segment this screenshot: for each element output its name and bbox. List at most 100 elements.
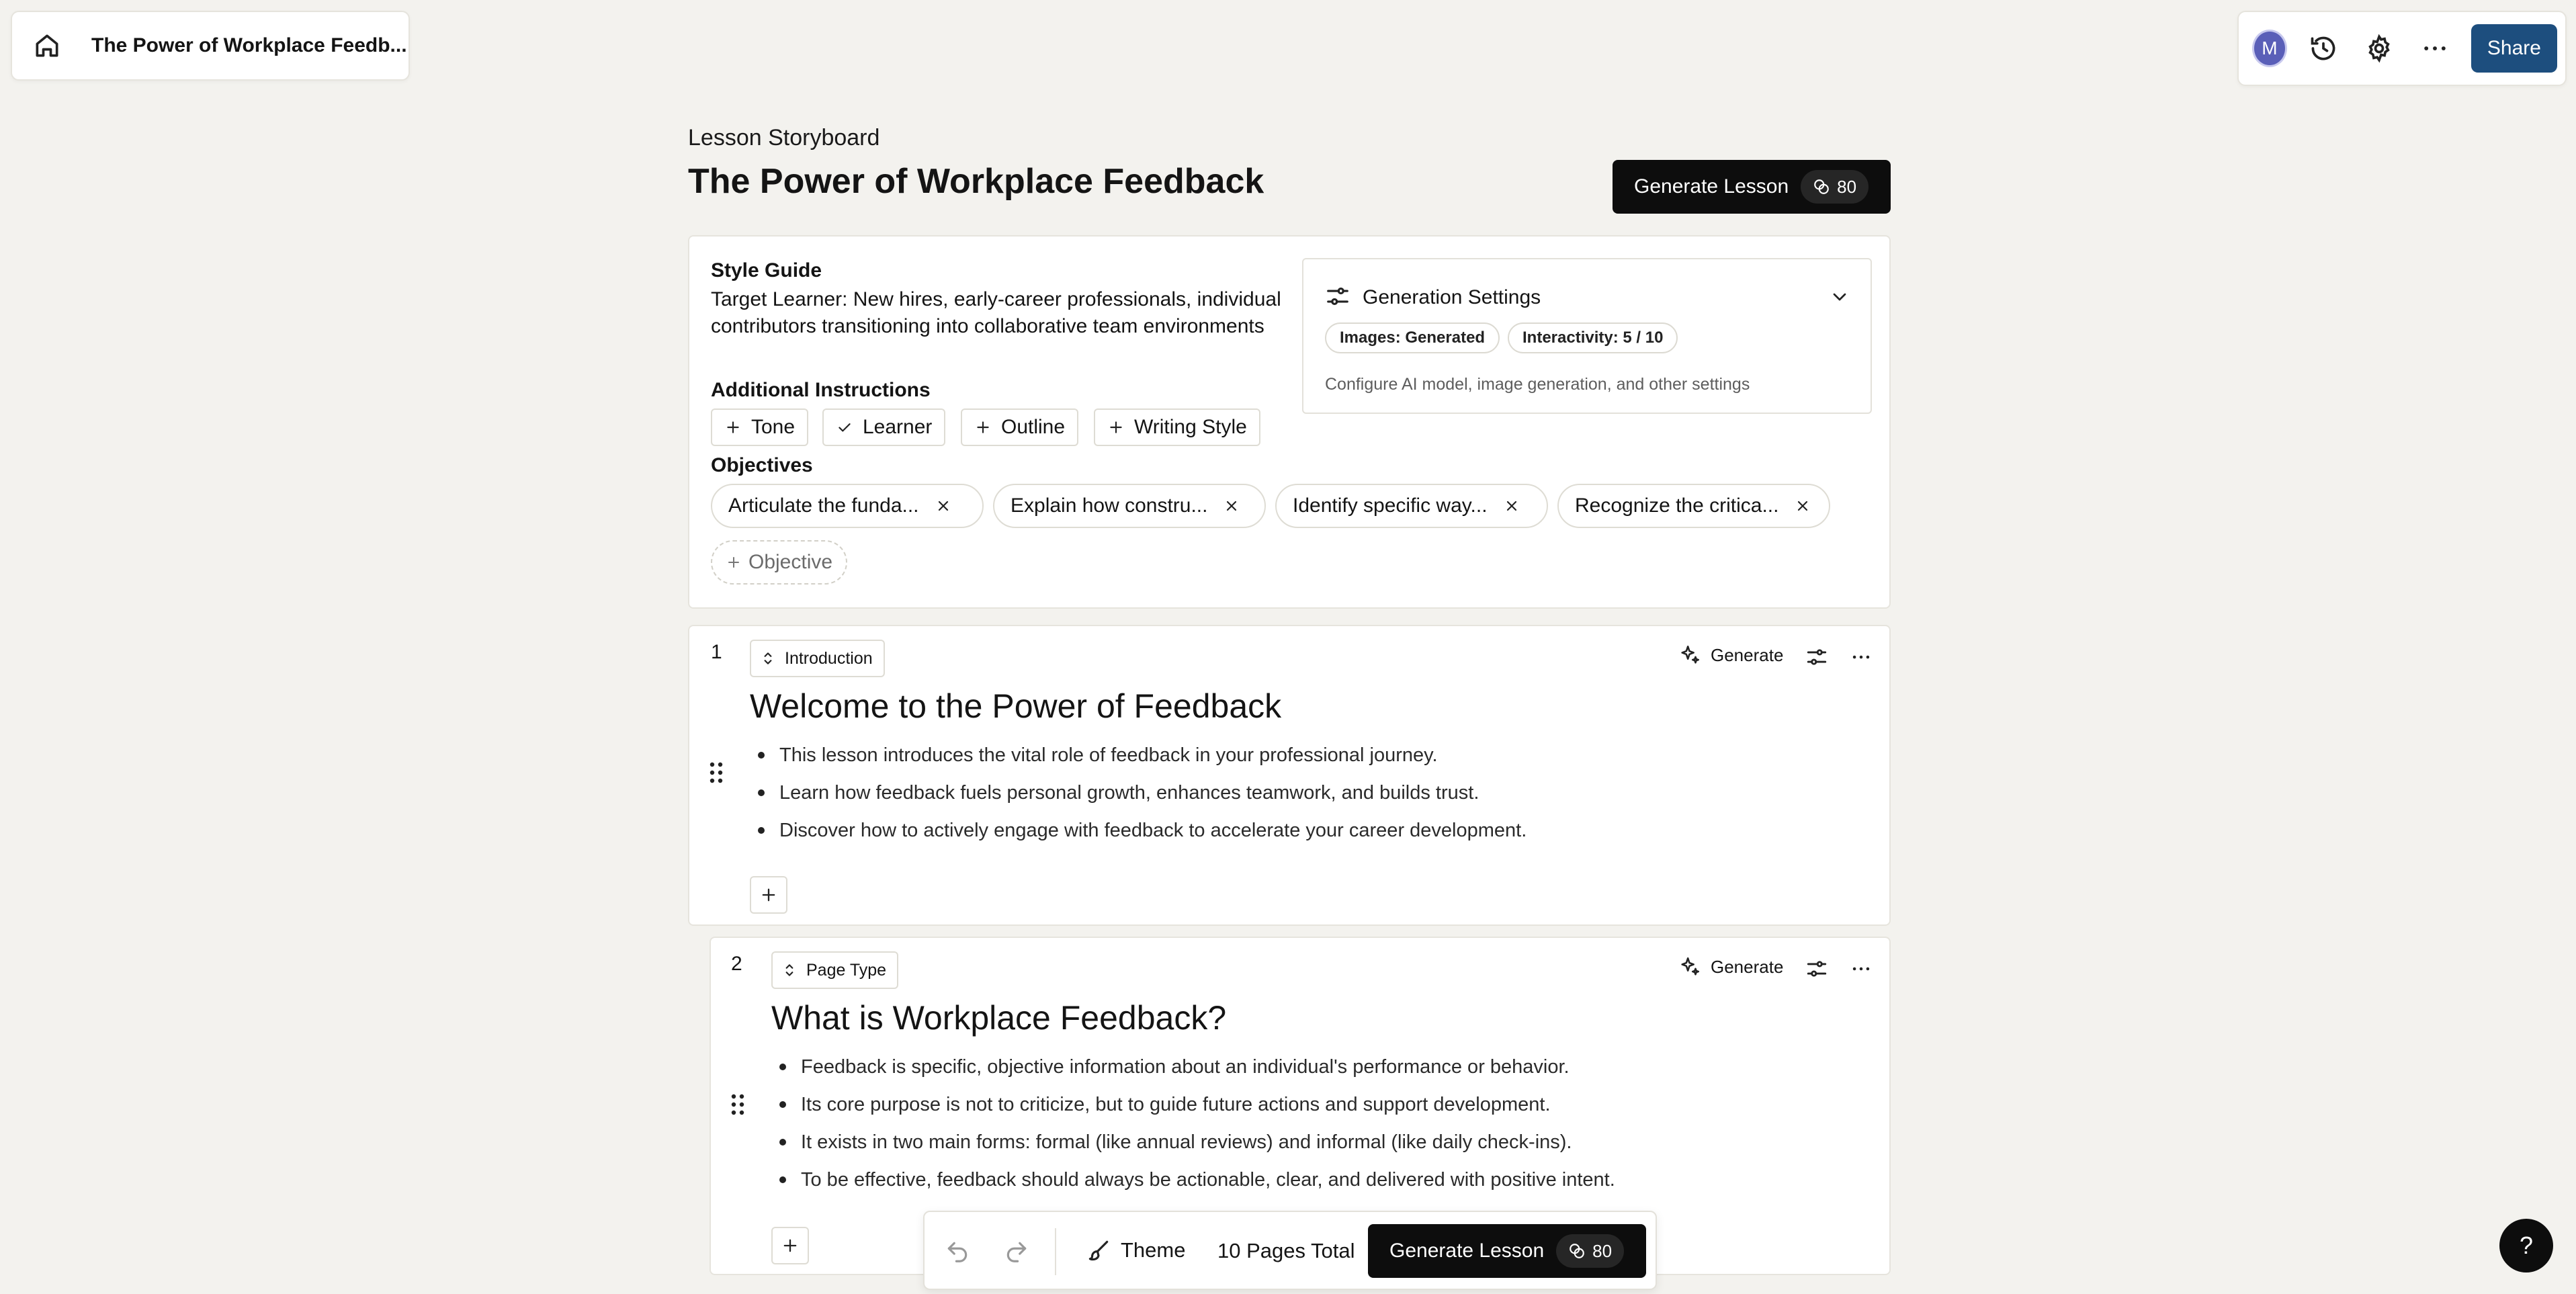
share-button[interactable]: Share <box>2471 24 2557 73</box>
instruction-writing-style[interactable]: Writing Style <box>1094 408 1260 446</box>
coins-icon <box>1568 1242 1586 1260</box>
redo-icon[interactable] <box>1004 1239 1029 1264</box>
history-icon[interactable] <box>2305 28 2343 69</box>
instruction-tone[interactable]: Tone <box>711 408 809 446</box>
page-title: What is Workplace Feedback? <box>771 999 1227 1037</box>
instruction-learner[interactable]: Learner <box>822 408 946 446</box>
objective-label: Recognize the critica... <box>1575 494 1779 517</box>
close-icon[interactable] <box>935 498 951 514</box>
plus-icon <box>781 1236 800 1255</box>
objective-chip[interactable]: Identify specific way... <box>1275 484 1548 528</box>
sliders-icon[interactable] <box>1802 954 1832 984</box>
instruction-label: Outline <box>1001 416 1066 438</box>
setting-pill-interactivity: Interactivity: 5 / 10 <box>1508 322 1678 353</box>
add-objective-button[interactable]: Objective <box>711 540 848 585</box>
gear-icon[interactable] <box>2360 28 2398 69</box>
theme-label: Theme <box>1121 1238 1186 1262</box>
close-icon[interactable] <box>1504 498 1520 514</box>
page-type-select[interactable]: Introduction <box>750 640 885 677</box>
add-block-button[interactable] <box>771 1227 809 1264</box>
drag-handle-icon[interactable] <box>730 1092 746 1117</box>
close-icon[interactable] <box>1795 498 1811 514</box>
list-item: To be effective, feedback should always … <box>771 1161 1615 1199</box>
add-objective-label: Objective <box>748 551 833 573</box>
generation-settings-panel[interactable]: Generation Settings Images: Generated In… <box>1302 258 1872 414</box>
plus-icon <box>726 554 742 570</box>
theme-button[interactable]: Theme <box>1086 1238 1185 1263</box>
page-card: 1 Introduction Generate Welcome to the P… <box>688 625 1891 926</box>
generate-label: Generate <box>1711 644 1784 665</box>
bullet-list: This lesson introduces the vital role of… <box>750 736 1527 849</box>
page-number: 2 <box>731 953 742 975</box>
generate-lesson-label: Generate Lesson <box>1389 1240 1545 1262</box>
objective-chip[interactable]: Explain how constru... <box>993 484 1266 528</box>
credit-badge: 80 <box>1801 170 1869 204</box>
page-type-label: Introduction <box>785 648 873 668</box>
chevrons-up-down-icon <box>781 961 798 979</box>
setting-pill-images: Images: Generated <box>1325 322 1500 353</box>
generate-page-button[interactable]: Generate <box>1678 644 1783 666</box>
more-icon[interactable] <box>2415 28 2454 69</box>
bottom-toolbar: Theme 10 Pages Total Generate Lesson 80 <box>923 1211 1657 1290</box>
sparkle-icon <box>1678 955 1701 978</box>
page-number: 1 <box>711 641 722 663</box>
plus-icon <box>759 886 778 904</box>
generate-lesson-button[interactable]: Generate Lesson 80 <box>1613 160 1891 214</box>
help-button[interactable]: ? <box>2499 1219 2553 1273</box>
close-icon[interactable] <box>1223 498 1240 514</box>
generate-lesson-label: Generate Lesson <box>1634 175 1789 198</box>
plus-icon <box>1107 419 1125 436</box>
objective-label: Identify specific way... <box>1293 494 1488 517</box>
objective-chip[interactable]: Articulate the funda... <box>711 484 984 528</box>
target-learner-text: Target Learner: New hires, early-career … <box>711 288 1281 337</box>
page-kicker: Lesson Storyboard <box>688 125 880 150</box>
credit-count: 80 <box>1592 1240 1613 1261</box>
objective-chip[interactable]: Recognize the critica... <box>1557 484 1830 528</box>
list-item: Learn how feedback fuels personal growth… <box>750 774 1527 812</box>
chevron-down-icon[interactable] <box>1829 286 1850 308</box>
list-item: Discover how to actively engage with fee… <box>750 812 1527 849</box>
instruction-outline[interactable]: Outline <box>961 408 1079 446</box>
credit-badge: 80 <box>1556 1234 1625 1268</box>
generate-lesson-button[interactable]: Generate Lesson 80 <box>1368 1224 1646 1278</box>
list-item: Its core purpose is not to criticize, bu… <box>771 1086 1615 1123</box>
avatar[interactable]: M <box>2252 30 2287 67</box>
pages-total: 10 Pages Total <box>1217 1239 1355 1262</box>
generation-settings-description: Configure AI model, image generation, an… <box>1325 375 1750 394</box>
generate-label: Generate <box>1711 956 1784 977</box>
chevrons-up-down-icon <box>759 650 777 667</box>
style-guide-label: Style Guide <box>711 259 822 282</box>
style-guide-card: Style Guide Target Learner: New hires, e… <box>688 235 1891 609</box>
sparkle-icon <box>1678 644 1701 666</box>
divider <box>1055 1228 1056 1275</box>
list-item: This lesson introduces the vital role of… <box>750 736 1527 774</box>
home-icon[interactable] <box>32 31 62 60</box>
add-block-button[interactable] <box>750 876 787 914</box>
top-toolbar: M Share <box>2237 11 2567 86</box>
plus-icon <box>974 419 992 436</box>
instruction-label: Writing Style <box>1134 416 1247 438</box>
breadcrumb: The Power of Workplace Feedb... <box>11 11 410 81</box>
page-type-label: Page Type <box>806 960 887 980</box>
check-icon <box>836 419 853 436</box>
lesson-title: The Power of Workplace Feedb... <box>91 34 407 56</box>
drag-handle-icon[interactable] <box>708 761 724 785</box>
additional-instructions-label: Additional Instructions <box>711 379 931 401</box>
more-icon[interactable] <box>1846 954 1876 984</box>
instruction-label: Tone <box>751 416 796 438</box>
list-item: Feedback is specific, objective informat… <box>771 1048 1615 1086</box>
brush-icon <box>1086 1238 1111 1263</box>
credit-count: 80 <box>1837 176 1857 197</box>
instruction-label: Learner <box>863 416 933 438</box>
generation-settings-title: Generation Settings <box>1363 286 1541 308</box>
more-icon[interactable] <box>1846 642 1876 672</box>
undo-icon[interactable] <box>945 1239 970 1264</box>
sliders-icon[interactable] <box>1802 642 1832 672</box>
sliders-icon <box>1325 284 1350 309</box>
page-title: The Power of Workplace Feedback <box>688 162 1264 201</box>
generate-page-button[interactable]: Generate <box>1678 955 1783 978</box>
objective-label: Articulate the funda... <box>728 494 919 517</box>
plus-icon <box>724 419 742 436</box>
page-type-select[interactable]: Page Type <box>771 951 899 989</box>
objective-label: Explain how constru... <box>1011 494 1208 517</box>
